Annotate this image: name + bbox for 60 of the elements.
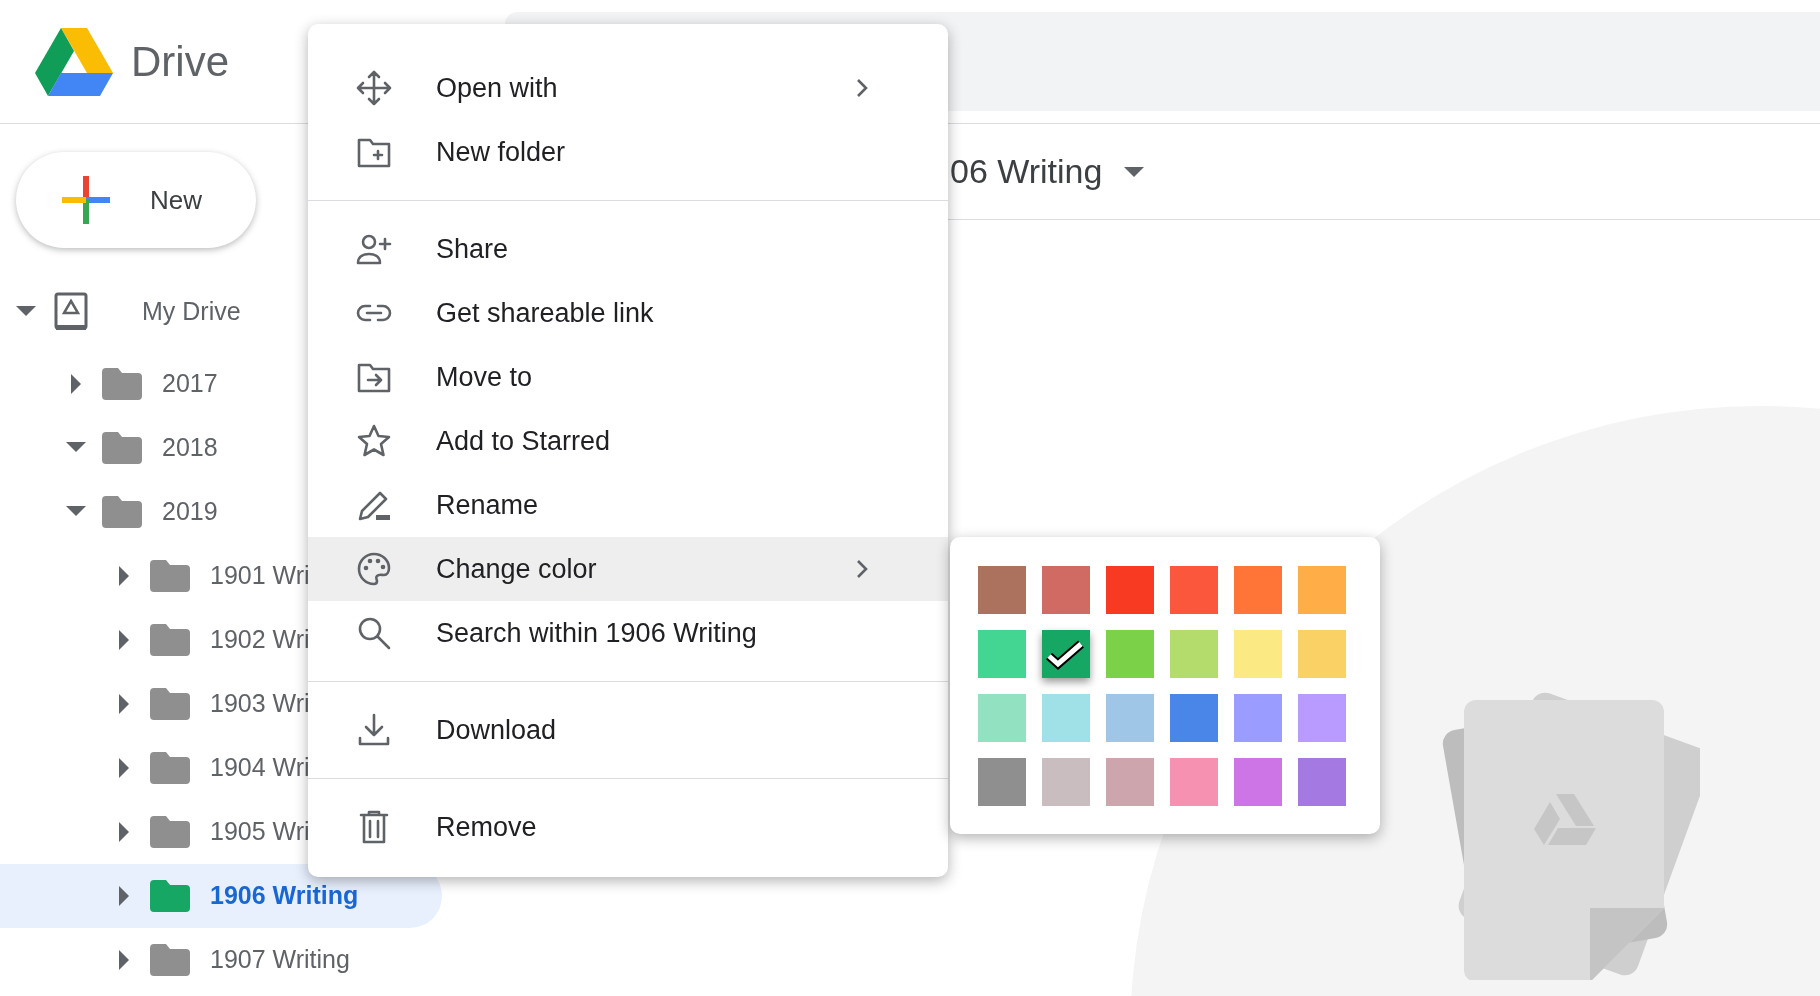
folder-row[interactable]: 1906 Writing — [0, 864, 442, 928]
new-button[interactable]: New — [16, 152, 256, 248]
color-swatch[interactable] — [1042, 758, 1090, 806]
color-swatch[interactable] — [978, 758, 1026, 806]
dropdown-caret-icon[interactable] — [1124, 166, 1145, 177]
menu-item[interactable]: Add to Starred — [308, 409, 948, 473]
plus-icon — [62, 176, 110, 224]
search-icon — [356, 615, 392, 651]
folder-name: 2017 — [162, 368, 218, 400]
star-icon — [356, 423, 392, 459]
folder-name: 1903 Wri — [210, 688, 310, 720]
menu-item[interactable]: Change color — [308, 537, 948, 601]
move-arrows-icon — [356, 70, 392, 106]
color-swatch[interactable] — [1106, 758, 1154, 806]
color-swatch[interactable] — [1042, 630, 1090, 678]
color-swatch[interactable] — [1042, 566, 1090, 614]
color-swatch[interactable] — [1234, 566, 1282, 614]
folder-name: 1901 Wri — [210, 560, 310, 592]
menu-item[interactable]: Get shareable link — [308, 281, 948, 345]
color-swatch[interactable] — [1234, 630, 1282, 678]
folder-name: 1902 Wri — [210, 624, 310, 656]
menu-item[interactable]: Download — [308, 698, 948, 762]
folder-name: 2018 — [162, 432, 218, 464]
color-swatch[interactable] — [1106, 566, 1154, 614]
color-swatch[interactable] — [1170, 694, 1218, 742]
color-swatch[interactable] — [1298, 758, 1346, 806]
color-swatch[interactable] — [1298, 694, 1346, 742]
app-name: Drive — [131, 37, 229, 87]
color-swatch[interactable] — [978, 630, 1026, 678]
color-swatch[interactable] — [1170, 630, 1218, 678]
folder-title: 06 Writing — [950, 151, 1103, 192]
color-swatch[interactable] — [1170, 758, 1218, 806]
folder-name: 1905 Wri — [210, 816, 310, 848]
color-swatch[interactable] — [1170, 566, 1218, 614]
drive-logo-icon — [35, 27, 113, 96]
color-swatch[interactable] — [1106, 630, 1154, 678]
drive-icon — [54, 292, 90, 332]
folder-name: 1904 Wri — [210, 752, 310, 784]
folder-name: 2019 — [162, 496, 218, 528]
color-swatch[interactable] — [978, 694, 1026, 742]
menu-item[interactable]: Move to — [308, 345, 948, 409]
color-swatch[interactable] — [978, 566, 1026, 614]
palette-icon — [356, 551, 392, 587]
menu-item[interactable]: Search within 1906 Writing — [308, 601, 948, 665]
color-swatch[interactable] — [1106, 694, 1154, 742]
download-icon — [356, 712, 392, 748]
menu-item[interactable]: New folder — [308, 120, 948, 184]
color-swatch[interactable] — [1298, 630, 1346, 678]
color-swatch[interactable] — [1298, 566, 1346, 614]
folder-name: 1907 Writing — [210, 944, 350, 976]
color-swatch[interactable] — [1042, 694, 1090, 742]
folder-row[interactable]: 1907 Writing — [0, 928, 442, 992]
folder-name: 1906 Writing — [210, 880, 359, 912]
color-swatch[interactable] — [1234, 758, 1282, 806]
menu-item[interactable]: Rename — [308, 473, 948, 537]
menu-item[interactable]: Open with — [308, 56, 948, 120]
folder-name: My Drive — [142, 296, 241, 328]
menu-item[interactable]: Remove — [308, 795, 948, 859]
color-swatch[interactable] — [1234, 694, 1282, 742]
menu-item[interactable]: Share — [308, 217, 948, 281]
